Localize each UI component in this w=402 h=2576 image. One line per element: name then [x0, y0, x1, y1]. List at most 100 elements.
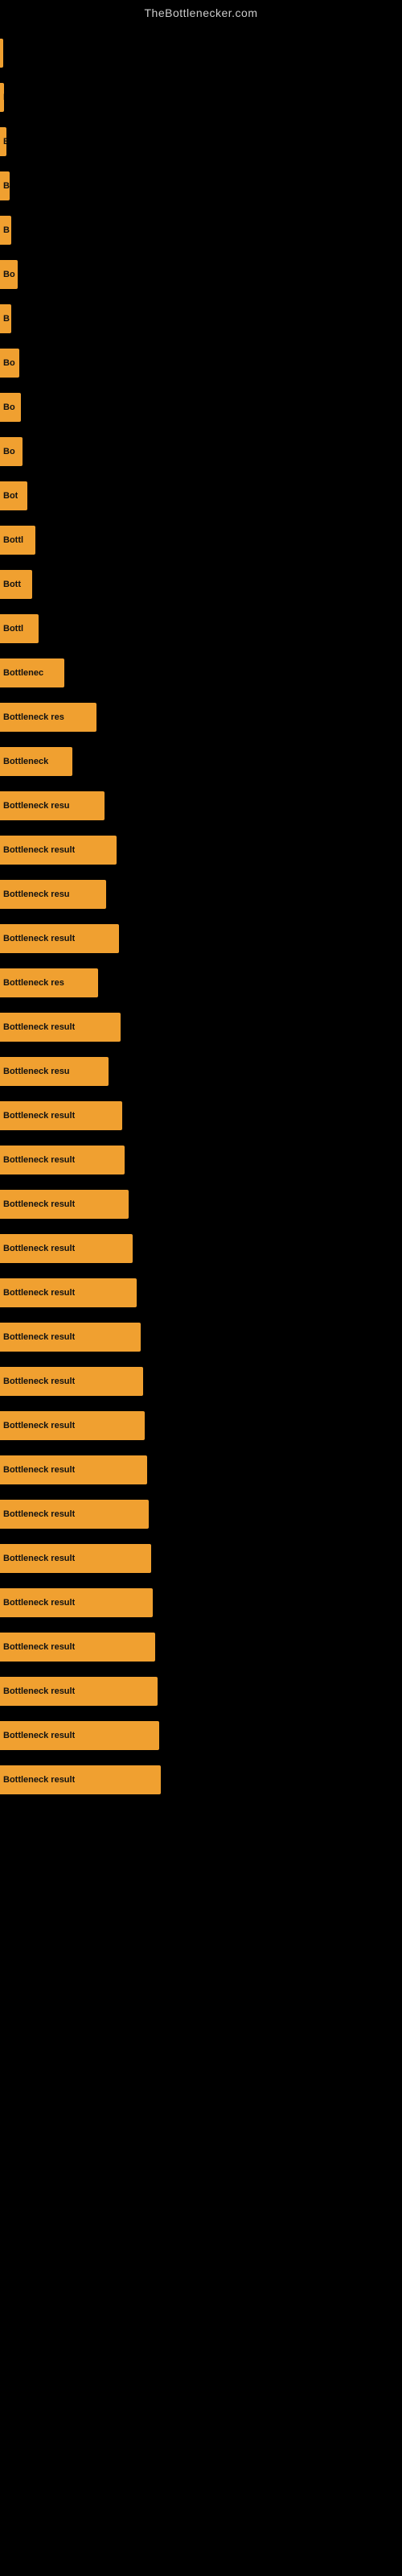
bar-label-10: Bot	[3, 491, 18, 501]
bar-label-37: Bottleneck result	[3, 1686, 75, 1696]
bar-label-18: Bottleneck result	[3, 845, 75, 855]
bar-label-14: Bottlenec	[3, 668, 43, 678]
bar-label-31: Bottleneck result	[3, 1421, 75, 1430]
bar-label-4: B	[3, 225, 10, 235]
bar-row: Bottleneck result	[0, 1226, 402, 1270]
bar-label-5: Bo	[3, 270, 15, 279]
bar-label-21: Bottleneck res	[3, 978, 64, 988]
bar-25: Bottleneck result	[0, 1146, 125, 1174]
bar-row: Bottl	[0, 518, 402, 562]
bar-23: Bottleneck resu	[0, 1057, 109, 1086]
bar-label-30: Bottleneck result	[3, 1377, 75, 1386]
bar-0: |	[0, 39, 3, 68]
bar-row: Bottleneck result	[0, 1757, 402, 1802]
bar-row: Bo	[0, 341, 402, 385]
bar-label-23: Bottleneck resu	[3, 1067, 70, 1076]
bar-17: Bottleneck resu	[0, 791, 105, 820]
bar-label-9: Bo	[3, 447, 15, 456]
bar-label-36: Bottleneck result	[3, 1642, 75, 1652]
bars-container: | I E B B Bo B Bo Bo Bo Bot Bottl Bott Bottl Bottlenec…	[0, 23, 402, 1810]
bar-10: Bot	[0, 481, 27, 510]
bar-20: Bottleneck result	[0, 924, 119, 953]
bar-row: E	[0, 119, 402, 163]
bar-label-12: Bott	[3, 580, 21, 589]
bar-2: E	[0, 127, 6, 156]
bar-33: Bottleneck result	[0, 1500, 149, 1529]
bar-label-3: B	[3, 181, 10, 191]
bar-31: Bottleneck result	[0, 1411, 145, 1440]
bar-row: Bottleneck result	[0, 916, 402, 960]
bar-row: B	[0, 208, 402, 252]
bar-39: Bottleneck result	[0, 1765, 161, 1794]
bar-row: |	[0, 31, 402, 75]
bar-row: Bo	[0, 385, 402, 429]
bar-15: Bottleneck res	[0, 703, 96, 732]
bar-label-16: Bottleneck	[3, 757, 48, 766]
bar-1: I	[0, 83, 4, 112]
bar-35: Bottleneck result	[0, 1588, 153, 1617]
bar-26: Bottleneck result	[0, 1190, 129, 1219]
bar-24: Bottleneck result	[0, 1101, 122, 1130]
bar-row: Bottleneck result	[0, 1005, 402, 1049]
bar-37: Bottleneck result	[0, 1677, 158, 1706]
bar-13: Bottl	[0, 614, 39, 643]
bar-row: Bo	[0, 252, 402, 296]
bar-row: Bottleneck result	[0, 1270, 402, 1315]
bar-14: Bottlenec	[0, 658, 64, 687]
bar-row: I	[0, 75, 402, 119]
bar-label-2: E	[3, 137, 6, 147]
bar-label-26: Bottleneck result	[3, 1199, 75, 1209]
bar-label-33: Bottleneck result	[3, 1509, 75, 1519]
bar-row: Bottleneck result	[0, 1492, 402, 1536]
bar-3: B	[0, 171, 10, 200]
bar-row: Bottleneck result	[0, 1669, 402, 1713]
bar-row: B	[0, 296, 402, 341]
bar-row: Bott	[0, 562, 402, 606]
bar-row: Bottleneck result	[0, 1713, 402, 1757]
bar-label-19: Bottleneck resu	[3, 890, 70, 899]
bar-32: Bottleneck result	[0, 1455, 147, 1484]
bar-28: Bottleneck result	[0, 1278, 137, 1307]
bar-row: B	[0, 163, 402, 208]
bar-22: Bottleneck result	[0, 1013, 121, 1042]
bar-row: Bottleneck result	[0, 1137, 402, 1182]
bar-row: Bottleneck resu	[0, 783, 402, 828]
bar-21: Bottleneck res	[0, 968, 98, 997]
site-title: TheBottlenecker.com	[0, 0, 402, 23]
bar-row: Bottleneck result	[0, 1315, 402, 1359]
bar-label-32: Bottleneck result	[3, 1465, 75, 1475]
bar-19: Bottleneck resu	[0, 880, 106, 909]
bar-label-24: Bottleneck result	[3, 1111, 75, 1121]
bar-5: Bo	[0, 260, 18, 289]
bar-label-39: Bottleneck result	[3, 1775, 75, 1785]
bar-9: Bo	[0, 437, 23, 466]
bar-label-27: Bottleneck result	[3, 1244, 75, 1253]
bar-16: Bottleneck	[0, 747, 72, 776]
bar-label-22: Bottleneck result	[3, 1022, 75, 1032]
bar-row: Bottleneck result	[0, 1580, 402, 1624]
bar-label-28: Bottleneck result	[3, 1288, 75, 1298]
bar-row: Bottlenec	[0, 650, 402, 695]
bar-row: Bottleneck res	[0, 960, 402, 1005]
bar-18: Bottleneck result	[0, 836, 117, 865]
bar-label-35: Bottleneck result	[3, 1598, 75, 1608]
bar-29: Bottleneck result	[0, 1323, 141, 1352]
bar-7: Bo	[0, 349, 19, 378]
bar-label-38: Bottleneck result	[3, 1731, 75, 1740]
bar-36: Bottleneck result	[0, 1633, 155, 1662]
bar-label-17: Bottleneck resu	[3, 801, 70, 811]
bar-label-15: Bottleneck res	[3, 712, 64, 722]
bar-row: Bottleneck	[0, 739, 402, 783]
bar-label-25: Bottleneck result	[3, 1155, 75, 1165]
bar-27: Bottleneck result	[0, 1234, 133, 1263]
bar-label-20: Bottleneck result	[3, 934, 75, 943]
bar-label-1: I	[3, 93, 4, 102]
bar-row: Bottl	[0, 606, 402, 650]
bar-label-11: Bottl	[3, 535, 23, 545]
bar-label-34: Bottleneck result	[3, 1554, 75, 1563]
bar-row: Bottleneck result	[0, 1403, 402, 1447]
bar-label-7: Bo	[3, 358, 15, 368]
bar-row: Bottleneck result	[0, 1182, 402, 1226]
bar-row: Bottleneck result	[0, 1536, 402, 1580]
bar-38: Bottleneck result	[0, 1721, 159, 1750]
